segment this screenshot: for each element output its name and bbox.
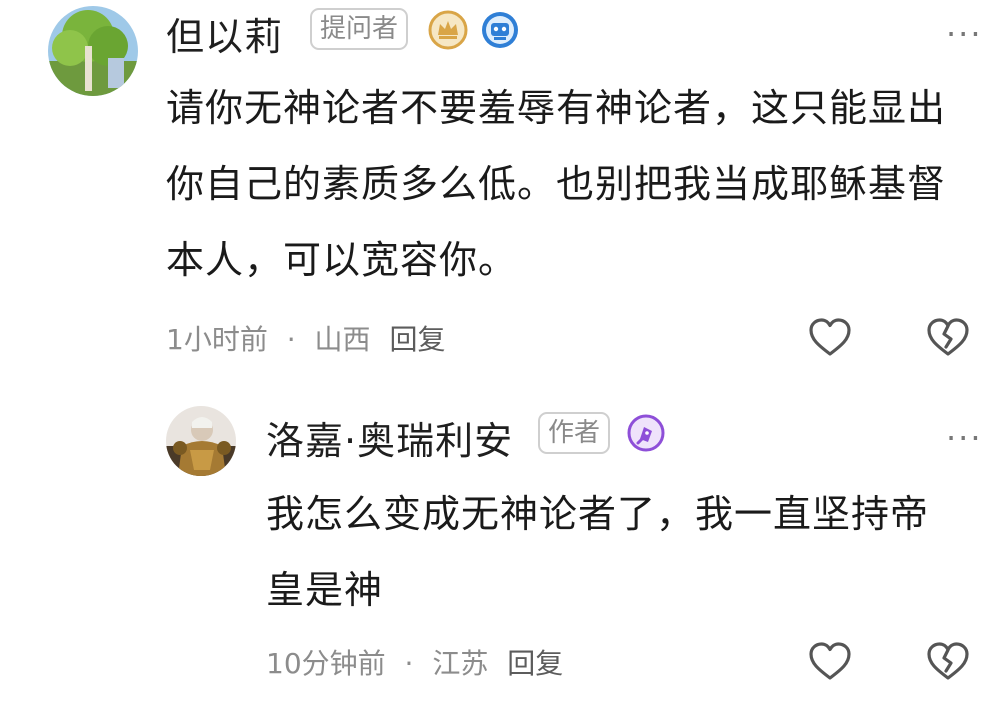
broken-heart-icon[interactable] [924, 314, 972, 362]
more-icon[interactable]: ··· [946, 422, 983, 454]
heart-icon[interactable] [806, 314, 854, 362]
comment-text: 我怎么变成无神论者了，我一直坚持帝皇是神 [266, 492, 930, 612]
author-name[interactable]: 但以莉 [166, 6, 283, 61]
tree-avatar-image [48, 6, 138, 96]
pen-badge-icon[interactable] [626, 413, 666, 453]
location: 江苏 [432, 647, 489, 680]
crown-badge-icon[interactable] [428, 10, 468, 50]
author-tag: 作者 [538, 412, 611, 454]
avatar[interactable] [48, 6, 138, 96]
comment-meta: 1小时前 · 山西 回复 [166, 318, 445, 358]
avatar[interactable] [166, 406, 236, 476]
armored-figure-avatar-image [166, 406, 236, 476]
timestamp: 1小时前 [166, 323, 268, 356]
location: 山西 [314, 323, 371, 356]
meta-separator: · [404, 647, 414, 680]
robot-badge-icon[interactable] [480, 10, 520, 50]
meta-separator: · [286, 323, 296, 356]
more-icon[interactable]: ··· [946, 18, 983, 50]
heart-icon[interactable] [806, 638, 854, 686]
reply-button[interactable]: 回复 [389, 323, 445, 356]
reply-button[interactable]: 回复 [507, 647, 563, 680]
timestamp: 10分钟前 [266, 647, 386, 680]
author-name[interactable]: 洛嘉·奥瑞利安 [266, 410, 513, 465]
comment-meta: 10分钟前 · 江苏 回复 [266, 642, 563, 682]
comment-text: 请你无神论者不要羞辱有神论者，这只能显出你自己的素质多么低。也别把我当成耶稣基督… [166, 86, 947, 282]
asker-tag: 提问者 [310, 8, 409, 50]
broken-heart-icon[interactable] [924, 638, 972, 686]
